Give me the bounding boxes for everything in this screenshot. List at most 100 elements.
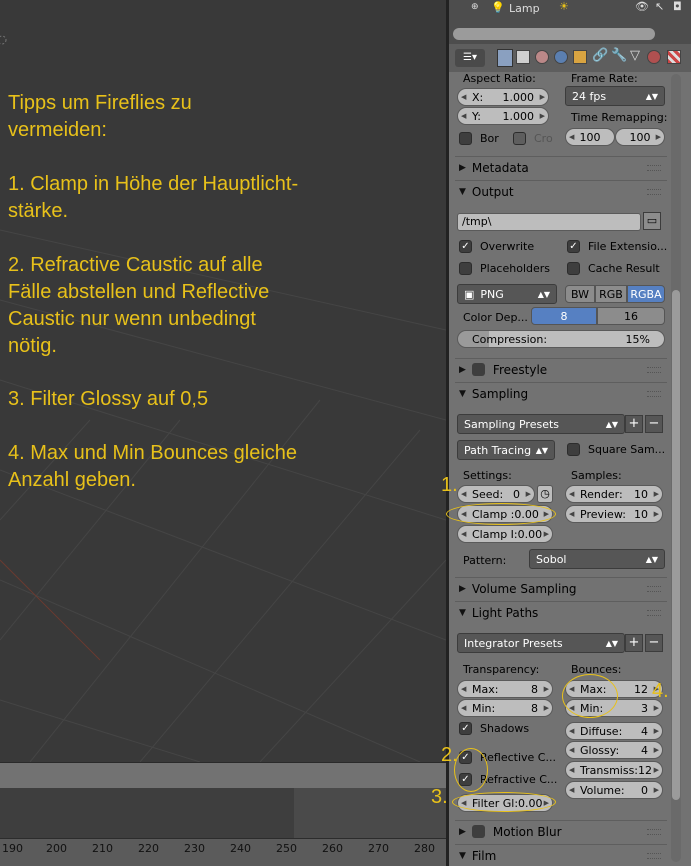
output-path-input[interactable]: /tmp\ xyxy=(457,213,641,231)
cursor-icon[interactable]: ↖ xyxy=(655,0,664,13)
motion-blur-checkbox[interactable] xyxy=(471,825,485,838)
sampling-presets-dropdown[interactable]: Sampling Presets ▲▼ xyxy=(457,414,625,434)
cache-result-checkbox[interactable]: Cache Result xyxy=(567,262,660,275)
texture-tab-icon[interactable] xyxy=(667,50,681,64)
freestyle-checkbox[interactable] xyxy=(471,363,485,376)
metadata-section-header[interactable]: ▶ Metadata xyxy=(455,156,667,178)
timeline-ruler[interactable]: 190 200 210 220 230 240 250 260 270 280 xyxy=(0,838,446,866)
pattern-label: Pattern: xyxy=(463,554,507,567)
frame-rate-label: Frame Rate: xyxy=(571,72,638,85)
scroll-thumb[interactable] xyxy=(672,290,680,800)
constraints-tab-icon[interactable]: 🔗 xyxy=(592,48,608,63)
aspect-ratio-label: Aspect Ratio: xyxy=(463,72,536,85)
outliner-item-lamp[interactable]: Lamp xyxy=(509,2,540,15)
tip-heading-1: Tipps um Fireflies zu xyxy=(8,92,192,114)
eye-icon[interactable]: 👁 xyxy=(635,0,649,13)
transmission-bounces-field[interactable]: ◀ Transmiss: 12 ▶ xyxy=(565,761,663,779)
freestyle-section-header[interactable]: ▶ Freestyle xyxy=(455,358,667,380)
clamp-indirect-field[interactable]: ◀ Clamp I: 0.00 ▶ xyxy=(457,525,553,543)
scene-tab-icon[interactable] xyxy=(535,50,549,64)
render-layers-tab-icon[interactable] xyxy=(516,50,530,64)
tip-1-line-2: stärke. xyxy=(8,200,69,222)
frame-tick: 210 xyxy=(92,842,113,855)
integrator-presets-dropdown[interactable]: Integrator Presets ▲▼ xyxy=(457,633,625,653)
motion-blur-section-header[interactable]: ▶ Motion Blur xyxy=(455,820,667,842)
seed-field[interactable]: ◀ Seed: 0 ▶ xyxy=(457,485,535,503)
tip-2-line-3: Caustic nur wenn unbedingt xyxy=(8,308,256,330)
color-depth-8-button[interactable]: 8 xyxy=(531,307,597,325)
clamp-highlight-oval xyxy=(446,503,556,525)
samples-label: Samples: xyxy=(571,469,622,482)
frame-tick: 250 xyxy=(276,842,297,855)
pattern-dropdown[interactable]: Sobol ▲▼ xyxy=(529,549,665,569)
tip-4-line-2: Anzahl geben. xyxy=(8,469,136,491)
sampling-section-header[interactable]: ▼ Sampling xyxy=(455,382,667,404)
add-integrator-preset-button[interactable]: + xyxy=(625,634,643,652)
overwrite-checkbox[interactable]: ✓ Overwrite xyxy=(459,240,534,253)
square-samples-checkbox[interactable]: Square Sam... xyxy=(567,443,665,456)
properties-tabs: ☰▾ 🔗 🔧 ▽ xyxy=(449,44,691,72)
glossy-bounces-field[interactable]: ◀ Glossy: 4 ▶ xyxy=(565,741,663,759)
file-format-dropdown[interactable]: ▣ PNG ▲▼ xyxy=(457,284,557,304)
folder-icon[interactable]: ▭ xyxy=(643,212,661,230)
frame-tick: 230 xyxy=(184,842,205,855)
properties-panel: ⊕ 💡 Lamp ☀ 👁 ↖ ◘ ☰▾ 🔗 🔧 ▽ Aspect Ratio: … xyxy=(449,0,691,866)
placeholders-checkbox[interactable]: Placeholders xyxy=(459,262,550,275)
time-remap-old-field[interactable]: ◀ 100 xyxy=(565,128,615,146)
frame-tick: 280 xyxy=(414,842,435,855)
diffuse-bounces-field[interactable]: ◀ Diffuse: 4 ▶ xyxy=(565,722,663,740)
light-paths-section-header[interactable]: ▼ Light Paths xyxy=(455,601,667,623)
tip-2-line-2: Fälle abstellen und Reflective xyxy=(8,281,270,303)
render-icon[interactable]: ◘ xyxy=(673,0,682,13)
lamp-icon: 💡 xyxy=(491,1,505,14)
data-tab-icon[interactable]: ▽ xyxy=(630,48,640,63)
rgb-button[interactable]: RGB xyxy=(595,285,627,303)
color-depth-16-button[interactable]: 16 xyxy=(597,307,665,325)
preview-samples-field[interactable]: ◀ Preview: 10 ▶ xyxy=(565,505,663,523)
object-tab-icon[interactable] xyxy=(573,50,587,64)
transparency-min-field[interactable]: ◀ Min: 8 ▶ xyxy=(457,699,553,717)
render-samples-field[interactable]: ◀ Render: 10 ▶ xyxy=(565,485,663,503)
output-section-header[interactable]: ▼ Output xyxy=(455,180,667,202)
bw-button[interactable]: BW xyxy=(565,285,595,303)
tip-1-line-1: 1. Clamp in Höhe der Hauptlicht- xyxy=(8,173,299,195)
color-depth-label: Color Dep... xyxy=(463,311,528,324)
settings-label: Settings: xyxy=(463,469,512,482)
compression-slider[interactable]: Compression: 15% xyxy=(457,330,665,348)
annotation-3: 3. xyxy=(431,786,448,808)
border-checkbox[interactable]: Bor xyxy=(459,132,499,145)
file-extensions-checkbox[interactable]: ✓ File Extensio... xyxy=(567,240,667,253)
film-section-header[interactable]: ▼ Film xyxy=(455,844,667,866)
timeline-header[interactable] xyxy=(0,762,446,788)
lamp-data-icon: ☀ xyxy=(559,0,569,13)
caustics-highlight-oval xyxy=(454,748,488,792)
outliner-scrollbar[interactable] xyxy=(453,28,655,40)
animated-seed-clock-icon[interactable]: ◷ xyxy=(537,485,553,503)
remove-preset-button[interactable]: − xyxy=(645,415,663,433)
volume-bounces-field[interactable]: ◀ Volume: 0 ▶ xyxy=(565,781,663,799)
modifiers-tab-icon[interactable]: 🔧 xyxy=(611,48,627,63)
shadows-checkbox[interactable]: ✓ Shadows xyxy=(459,722,529,735)
material-tab-icon[interactable] xyxy=(647,50,661,64)
remove-integrator-preset-button[interactable]: − xyxy=(645,634,663,652)
aspect-x-field[interactable]: ◀ X: 1.000 ▶ xyxy=(457,88,549,106)
integrator-dropdown[interactable]: Path Tracing ▲▼ xyxy=(457,440,555,460)
volume-sampling-section-header[interactable]: ▶ Volume Sampling xyxy=(455,577,667,599)
timeline[interactable] xyxy=(0,788,446,838)
filter-glossy-highlight-oval xyxy=(452,792,556,812)
render-tab-icon[interactable] xyxy=(497,49,513,67)
3d-viewport[interactable]: Tipps um Fireflies zu vermeiden: 1. Clam… xyxy=(0,0,446,762)
world-tab-icon[interactable] xyxy=(554,50,568,64)
transparency-label: Transparency: xyxy=(463,663,540,676)
editor-type-icon[interactable]: ☰▾ xyxy=(455,49,485,67)
rgba-button[interactable]: RGBA xyxy=(627,285,665,303)
frame-tick: 220 xyxy=(138,842,159,855)
add-preset-button[interactable]: + xyxy=(625,415,643,433)
expand-icon[interactable]: ⊕ xyxy=(471,2,479,12)
bounces-highlight-oval xyxy=(562,674,618,718)
transparency-max-field[interactable]: ◀ Max: 8 ▶ xyxy=(457,680,553,698)
crop-checkbox[interactable]: Cro xyxy=(513,132,553,145)
frame-rate-dropdown[interactable]: 24 fps ▲▼ xyxy=(565,86,665,106)
aspect-y-field[interactable]: ◀ Y: 1.000 ▶ xyxy=(457,107,549,125)
time-remap-new-field[interactable]: 100 ▶ xyxy=(615,128,665,146)
